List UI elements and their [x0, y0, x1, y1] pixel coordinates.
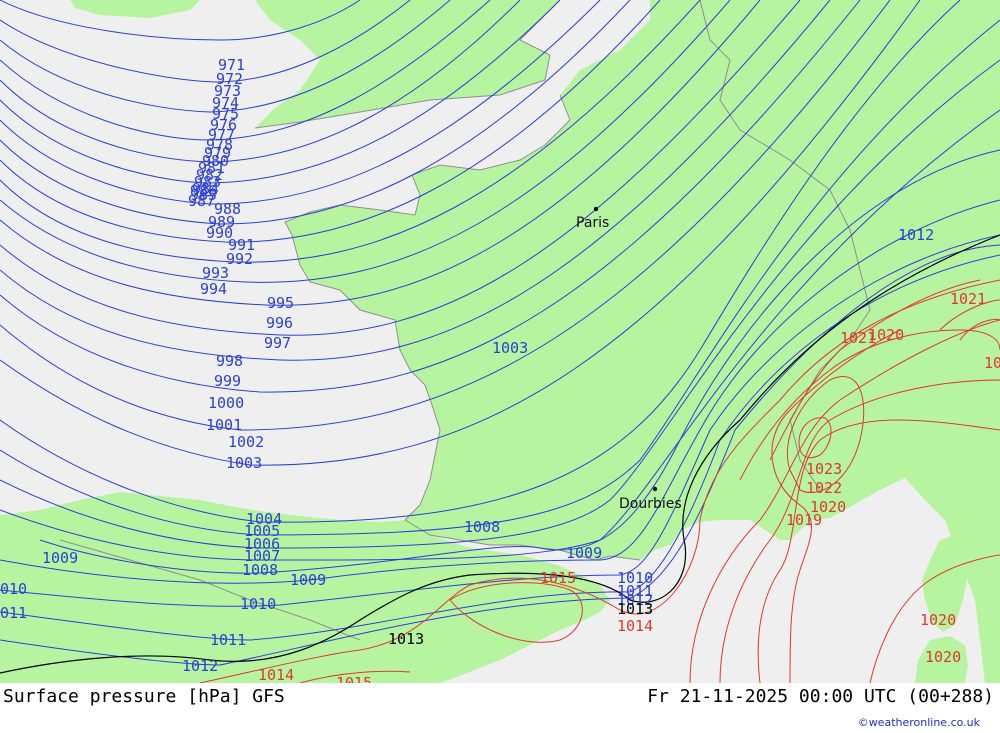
- isobar-label: 1008: [242, 561, 278, 579]
- isobar-label: 1000: [208, 394, 244, 412]
- isobar-label: 1020: [810, 498, 846, 516]
- isobar-label: 1011: [210, 631, 246, 649]
- city-dot: [593, 206, 599, 212]
- isobar-label: 996: [266, 314, 293, 332]
- isobar-label: 1020: [868, 326, 904, 344]
- city-label-paris: Paris: [576, 215, 609, 231]
- isobar-label: 1020: [920, 611, 956, 629]
- isobar-label: 10: [984, 354, 1000, 372]
- isobar-label: 1003: [492, 339, 528, 357]
- isobar-label: 994: [200, 280, 227, 298]
- isobar-label: 1015: [540, 569, 576, 587]
- isobar-label: 011: [0, 604, 27, 622]
- isobar-label: 1012: [898, 226, 934, 244]
- isobar-label: 1013: [617, 600, 653, 618]
- isobar-label: 010: [0, 580, 27, 598]
- isobar-label: 999: [214, 372, 241, 390]
- isobar-label: 1014: [258, 666, 294, 683]
- isobar-label: 1009: [566, 544, 602, 562]
- isobar-label: 995: [267, 294, 294, 312]
- isobar-label: 1020: [925, 648, 961, 666]
- pressure-map: 971 972 973 974 975 976 977 978 979 980 …: [0, 0, 1000, 683]
- isobar-label: 1013: [388, 630, 424, 648]
- isobar-label: 1003: [226, 454, 262, 472]
- valid-time: Fr 21-11-2025 00:00 UTC (00+288): [647, 686, 994, 707]
- isobar-label: 1012: [182, 657, 218, 675]
- city-dot: [652, 486, 658, 492]
- map-panel: 971 972 973 974 975 976 977 978 979 980 …: [0, 0, 1000, 683]
- isobar-label: 997: [264, 334, 291, 352]
- isobar-label: 1021: [950, 290, 986, 308]
- isobar-label: 1002: [228, 433, 264, 451]
- isobar-label: 1023: [806, 460, 842, 478]
- isobar-label: 992: [226, 250, 253, 268]
- isobar-label: 1022: [806, 479, 842, 497]
- isobar-label: 1009: [290, 571, 326, 589]
- isobar-label: 1014: [617, 617, 653, 635]
- isobar-label: 998: [216, 352, 243, 370]
- product-title: Surface pressure [hPa] GFS: [3, 686, 285, 707]
- credit-link[interactable]: ©weatheronline.co.uk: [858, 716, 980, 729]
- isobar-label: 987: [188, 192, 215, 210]
- isobar-label: 1001: [206, 416, 242, 434]
- isobar-label: 1009: [42, 549, 78, 567]
- isobar-label: 1015: [336, 674, 372, 683]
- isobar-label: 1010: [240, 595, 276, 613]
- city-label-dourbies: Dourbies: [619, 496, 682, 512]
- isobar-label: 1008: [464, 518, 500, 536]
